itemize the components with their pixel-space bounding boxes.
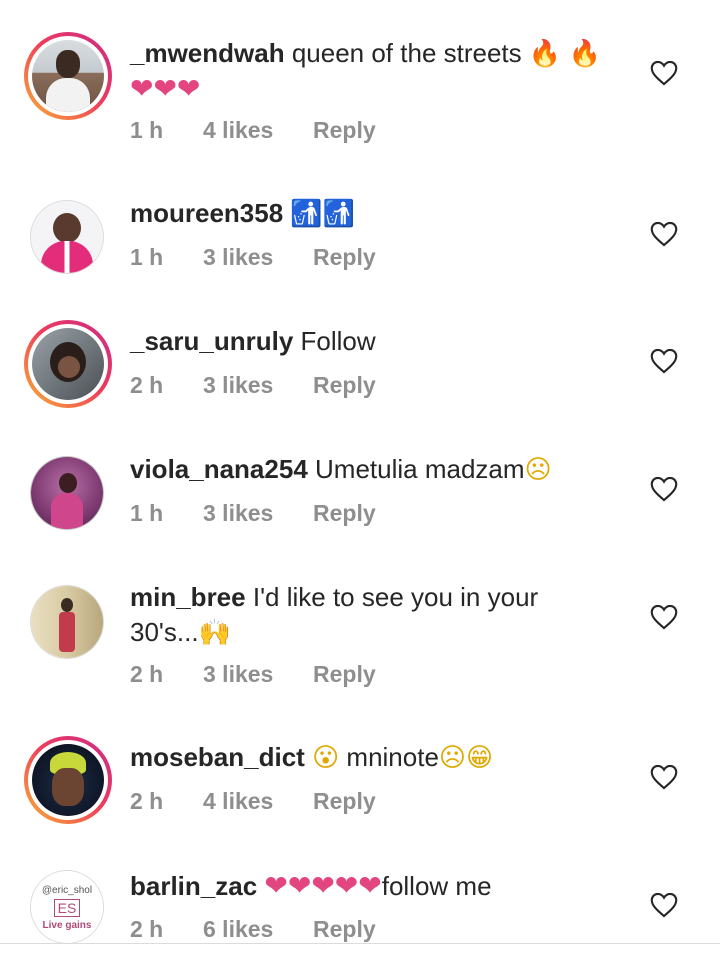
avatar: [31, 457, 103, 529]
avatar-text-handle: @eric_shol: [41, 885, 93, 896]
comment-username[interactable]: _mwendwah: [130, 38, 285, 68]
comment-username[interactable]: moureen358: [130, 198, 283, 228]
comment-text-line2: 30's...: [130, 617, 199, 647]
comment-emoji: ☹: [524, 454, 552, 484]
avatar: [32, 40, 104, 112]
avatar: [32, 328, 104, 400]
avatar-ring[interactable]: [30, 456, 104, 530]
comment-text: mninote: [346, 742, 439, 772]
comment-text: I'd like to see you in your: [252, 582, 539, 612]
heart-outline-icon[interactable]: [650, 476, 678, 502]
comment-likes[interactable]: 4 likes: [203, 117, 313, 144]
reply-button[interactable]: Reply: [313, 117, 376, 144]
heart-outline-icon[interactable]: [650, 60, 678, 86]
comment-text: Follow: [300, 326, 376, 356]
avatar-story-ring[interactable]: [24, 320, 112, 408]
comment-emoji: 🙌: [198, 617, 231, 647]
comment-time: 2 h: [130, 916, 164, 942]
avatar: @eric_shol ES Live gains: [31, 871, 103, 943]
avatar-text-logo: ES: [53, 899, 81, 917]
comment-emoji-pre: 😮: [312, 742, 340, 772]
comment-time: 1 h: [130, 244, 164, 270]
comment-username[interactable]: moseban_dict: [130, 742, 305, 772]
avatar-text-tagline: Live gains: [42, 920, 92, 931]
heart-outline-icon[interactable]: [650, 604, 678, 630]
avatar-ring[interactable]: @eric_shol ES Live gains: [30, 870, 104, 944]
comment-emoji: 🔥 🔥: [528, 38, 601, 68]
reply-button[interactable]: Reply: [313, 244, 376, 271]
heart-outline-icon[interactable]: [650, 892, 678, 918]
comment-emoji: ☹😁: [438, 742, 494, 772]
comment-likes[interactable]: 4 likes: [203, 788, 313, 815]
comment-username[interactable]: barlin_zac: [130, 871, 257, 901]
comment-likes[interactable]: 3 likes: [203, 372, 313, 399]
avatar: [31, 586, 103, 658]
comment-text: queen of the streets: [291, 38, 522, 68]
avatar: [32, 744, 104, 816]
comment-text: Umetulia madzam: [315, 454, 525, 484]
heart-outline-icon[interactable]: [650, 221, 678, 247]
reply-button[interactable]: Reply: [313, 372, 376, 399]
reply-button[interactable]: Reply: [313, 661, 376, 688]
comment-emoji-hearts: ❤❤❤: [130, 73, 201, 104]
heart-outline-icon[interactable]: [650, 348, 678, 374]
comment-likes[interactable]: 3 likes: [203, 500, 313, 527]
comment-username[interactable]: viola_nana254: [130, 454, 308, 484]
reply-button[interactable]: Reply: [313, 788, 376, 815]
comment-likes[interactable]: 3 likes: [203, 244, 313, 271]
reply-button[interactable]: Reply: [313, 500, 376, 527]
comment-time: 1 h: [130, 117, 164, 143]
avatar-story-ring[interactable]: [24, 736, 112, 824]
avatar-ring[interactable]: [30, 200, 104, 274]
comment-username[interactable]: min_bree: [130, 582, 246, 612]
comment-time: 2 h: [130, 372, 164, 398]
avatar: [31, 201, 103, 273]
comment-username[interactable]: _saru_unruly: [130, 326, 293, 356]
comment-likes[interactable]: 3 likes: [203, 661, 313, 688]
bottom-divider: [0, 943, 720, 944]
comment-emoji: 🚮🚮: [290, 198, 356, 228]
comment-time: 2 h: [130, 788, 164, 814]
avatar-story-ring[interactable]: [24, 32, 112, 120]
comment-text: follow me: [381, 871, 492, 901]
comment-time: 1 h: [130, 500, 164, 526]
heart-outline-icon[interactable]: [650, 764, 678, 790]
comment-emoji-hearts: ❤❤❤❤❤: [264, 870, 382, 901]
comment-time: 2 h: [130, 661, 164, 687]
comment-likes[interactable]: 6 likes: [203, 916, 313, 943]
reply-button[interactable]: Reply: [313, 916, 376, 943]
avatar-ring[interactable]: [30, 585, 104, 659]
